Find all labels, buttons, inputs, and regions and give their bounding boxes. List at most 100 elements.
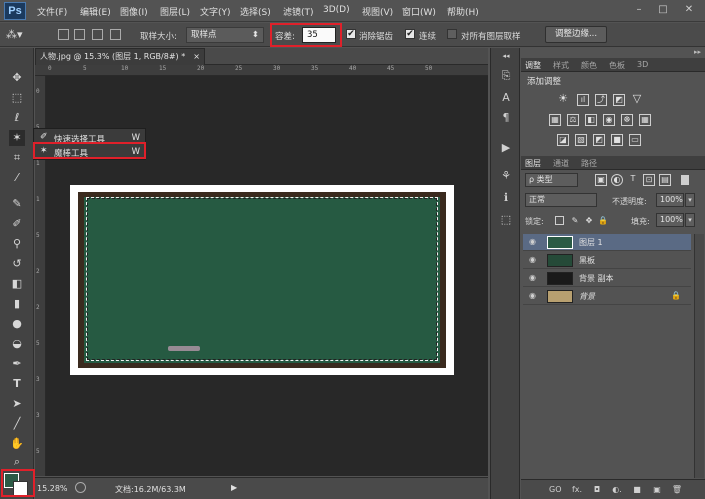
lock-all-icon[interactable]: 🔒 bbox=[597, 216, 609, 228]
opacity-arrow-icon[interactable]: ▾ bbox=[685, 193, 695, 207]
tab-swatches[interactable]: 色板 bbox=[609, 60, 625, 71]
eraser-tool-icon[interactable]: ◧ bbox=[9, 276, 25, 292]
layer-row[interactable]: ◉ 黑板 bbox=[523, 252, 691, 269]
fill-arrow-icon[interactable]: ▾ bbox=[685, 213, 695, 227]
history-panel-icon[interactable]: ⎘ bbox=[498, 68, 514, 84]
filter-type-icon[interactable]: T bbox=[627, 174, 639, 186]
adjustment-layer-icon[interactable]: ◐. bbox=[611, 484, 623, 496]
type-tool-icon[interactable]: T bbox=[9, 376, 25, 392]
menu-view[interactable]: 视图(V) bbox=[362, 5, 393, 18]
group-folder-icon[interactable]: ■ bbox=[631, 484, 643, 496]
menu-help[interactable]: 帮助(H) bbox=[447, 5, 479, 18]
curves-icon[interactable]: ⤴ bbox=[595, 94, 607, 106]
close-tab-icon[interactable]: × bbox=[193, 49, 200, 64]
brightness-icon[interactable]: ☀ bbox=[557, 93, 569, 106]
maximize-button[interactable]: □ bbox=[654, 3, 672, 17]
threshold-icon[interactable]: ◩ bbox=[593, 134, 605, 146]
fill-input[interactable]: 100% bbox=[656, 213, 684, 227]
menu-image[interactable]: 图像(I) bbox=[120, 5, 148, 18]
filter-smart-icon[interactable]: ▤ bbox=[659, 174, 671, 186]
line-tool-icon[interactable]: ╱ bbox=[9, 416, 25, 432]
visibility-eye-icon[interactable]: ◉ bbox=[529, 255, 539, 265]
layer-filter-select[interactable]: ρ 类型 bbox=[525, 173, 578, 187]
hand-tool-icon[interactable]: ✋ bbox=[9, 436, 25, 452]
color-balance-icon[interactable]: ⚖ bbox=[567, 114, 579, 126]
minimize-button[interactable]: – bbox=[630, 3, 648, 17]
filter-pixel-icon[interactable]: ▣ bbox=[595, 174, 607, 186]
pen-tool-icon[interactable]: ✒ bbox=[9, 356, 25, 372]
history-brush-icon[interactable]: ↺ bbox=[9, 256, 25, 272]
link-layers-icon[interactable]: GO bbox=[549, 484, 562, 496]
document-image[interactable] bbox=[70, 185, 454, 375]
info-panel-icon[interactable]: ℹ bbox=[498, 190, 514, 206]
filter-toggle[interactable] bbox=[681, 175, 689, 185]
magic-wand-tool-icon[interactable]: ✶ bbox=[9, 130, 25, 146]
tab-paths[interactable]: 路径 bbox=[581, 158, 597, 169]
vibrance-icon[interactable]: ▽ bbox=[631, 93, 643, 106]
clone-stamp-icon[interactable]: ⚲ bbox=[9, 236, 25, 252]
dock-collapse-icon[interactable]: ◂◂ bbox=[498, 48, 514, 64]
menu-layer[interactable]: 图层(L) bbox=[160, 5, 190, 18]
character-panel-icon[interactable]: A bbox=[498, 90, 514, 106]
brush-tool-icon[interactable]: ✐ bbox=[9, 216, 25, 232]
move-tool-icon[interactable]: ✥ bbox=[9, 70, 25, 86]
channel-mixer-icon[interactable]: ☸ bbox=[621, 114, 633, 126]
visibility-eye-icon[interactable]: ◉ bbox=[529, 237, 539, 247]
antialias-checkbox[interactable]: ✔ bbox=[346, 29, 356, 39]
contiguous-checkbox[interactable]: ✔ bbox=[405, 29, 415, 39]
intersect-selection-icon[interactable] bbox=[110, 29, 121, 40]
layer-mask-icon[interactable]: ◘ bbox=[591, 484, 603, 496]
color-lookup-icon[interactable]: ▦ bbox=[639, 114, 651, 126]
levels-icon[interactable]: ıl bbox=[577, 94, 589, 106]
brush-panel-icon[interactable]: ⚘ bbox=[498, 168, 514, 184]
layer-style-icon[interactable]: fx. bbox=[571, 484, 583, 496]
sample-size-select[interactable]: 取样点 ⬍ bbox=[186, 27, 264, 43]
navigator-panel-icon[interactable]: ⬚ bbox=[498, 212, 514, 228]
tab-styles[interactable]: 样式 bbox=[553, 60, 569, 71]
menu-3d[interactable]: 3D(D) bbox=[323, 5, 350, 15]
invert-icon[interactable]: ◪ bbox=[557, 134, 569, 146]
layer-row[interactable]: ◉ 图层 1 bbox=[523, 234, 691, 251]
document-tab[interactable]: 人物.jpg @ 15.3% (图层 1, RGB/8#) * × bbox=[35, 48, 205, 65]
filter-adjustment-icon[interactable]: ◐ bbox=[611, 174, 623, 186]
new-layer-icon[interactable]: ▣ bbox=[651, 484, 663, 496]
gradient-tool-icon[interactable]: ▮ bbox=[9, 296, 25, 312]
healing-brush-icon[interactable]: ✎ bbox=[9, 196, 25, 212]
marquee-tool-icon[interactable]: ⬚ bbox=[9, 90, 25, 106]
menu-filter[interactable]: 滤镜(T) bbox=[283, 5, 314, 18]
layers-scrollbar[interactable] bbox=[694, 234, 704, 478]
gradient-map-icon[interactable]: ▭ bbox=[629, 134, 641, 146]
blur-tool-icon[interactable]: ● bbox=[9, 316, 25, 332]
tab-color[interactable]: 颜色 bbox=[581, 60, 597, 71]
tab-3d[interactable]: 3D bbox=[637, 60, 648, 69]
blend-mode-select[interactable]: 正常 bbox=[525, 193, 597, 207]
subtract-selection-icon[interactable] bbox=[92, 29, 103, 40]
refine-edge-button[interactable]: 调整边缘... bbox=[545, 26, 607, 43]
tab-adjustments[interactable]: 调整 bbox=[525, 60, 541, 71]
posterize-icon[interactable]: ▧ bbox=[575, 134, 587, 146]
lock-position-icon[interactable]: ✥ bbox=[583, 216, 595, 228]
all-layers-checkbox[interactable] bbox=[447, 29, 457, 39]
filter-shape-icon[interactable]: ⊡ bbox=[643, 174, 655, 186]
photo-filter-icon[interactable]: ◉ bbox=[603, 114, 615, 126]
paragraph-panel-icon[interactable]: ¶ bbox=[498, 110, 514, 126]
lock-image-icon[interactable]: ✎ bbox=[569, 216, 581, 228]
menu-file[interactable]: 文件(F) bbox=[37, 5, 67, 18]
black-white-icon[interactable]: ◧ bbox=[585, 114, 597, 126]
menu-type[interactable]: 文字(Y) bbox=[200, 5, 231, 18]
menu-select[interactable]: 选择(S) bbox=[240, 5, 271, 18]
zoom-level[interactable]: 15.28% bbox=[37, 484, 68, 493]
lock-transparent-icon[interactable] bbox=[555, 216, 564, 225]
tolerance-input[interactable]: 35 bbox=[302, 27, 336, 43]
trash-icon[interactable]: 🗑 bbox=[671, 484, 683, 496]
menu-window[interactable]: 窗口(W) bbox=[402, 5, 436, 18]
tab-channels[interactable]: 通道 bbox=[553, 158, 569, 169]
crop-tool-icon[interactable]: ⌗ bbox=[9, 150, 25, 166]
hue-saturation-icon[interactable]: ▦ bbox=[549, 114, 561, 126]
status-arrow-icon[interactable]: ▶ bbox=[231, 483, 237, 492]
actions-panel-icon[interactable]: ▶ bbox=[498, 140, 514, 156]
menu-edit[interactable]: 编辑(E) bbox=[80, 5, 111, 18]
tab-layers[interactable]: 图层 bbox=[525, 158, 541, 169]
selective-color-icon[interactable]: ■ bbox=[611, 134, 623, 146]
add-selection-icon[interactable] bbox=[74, 29, 85, 40]
